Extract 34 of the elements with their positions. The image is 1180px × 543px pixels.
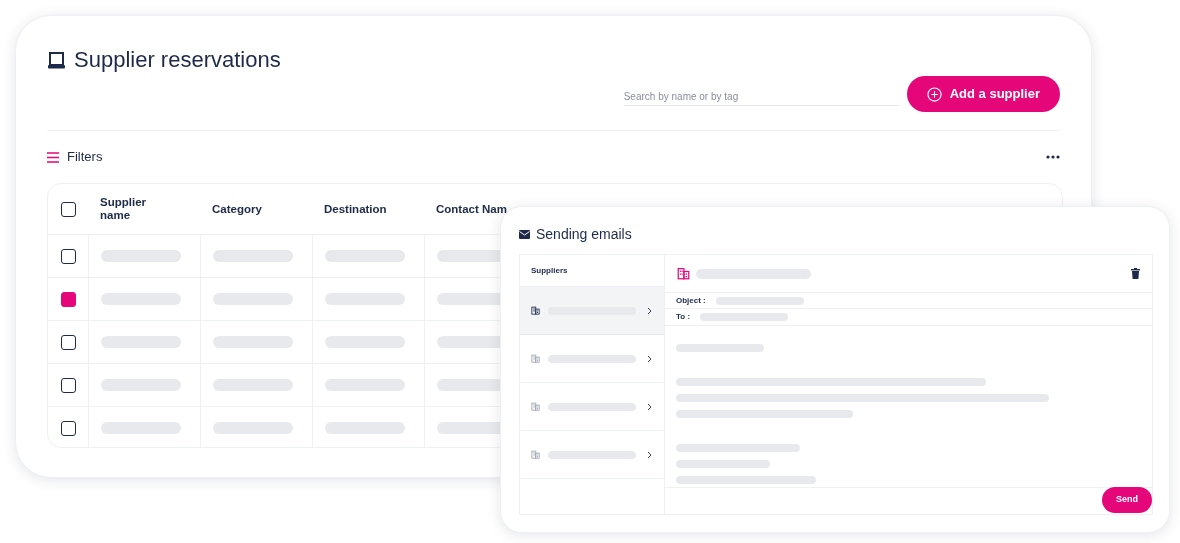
chevron-right-icon [647, 402, 652, 411]
building-icon [531, 354, 540, 363]
send-button[interactable]: Send [1102, 487, 1152, 513]
menu-icon [47, 151, 59, 163]
laptop-icon [47, 50, 66, 70]
chevron-right-icon [647, 306, 652, 315]
checkbox[interactable] [60, 248, 76, 264]
mail-icon [519, 229, 530, 239]
building-icon [531, 450, 540, 459]
checkbox[interactable] [60, 201, 76, 217]
column-header: Supplier name [100, 196, 147, 222]
add-supplier-button[interactable]: Add a supplier [906, 76, 1060, 112]
building-icon [677, 267, 690, 280]
column-header: Contact Nam [436, 202, 508, 216]
checkbox[interactable] [60, 334, 76, 350]
window-title: Sending emails [536, 224, 632, 244]
checkbox[interactable] [60, 291, 76, 307]
checkbox[interactable] [60, 377, 76, 393]
search-field[interactable]: Search by name or by tag [623, 82, 899, 106]
building-icon [531, 402, 540, 411]
building-icon [531, 306, 540, 315]
column-header: Category [212, 202, 263, 216]
checkbox[interactable] [60, 420, 76, 436]
more-icon[interactable] [1046, 155, 1060, 159]
page-title: Supplier reservations [74, 46, 281, 74]
to-label: To : [676, 311, 691, 323]
column-header: Destination [324, 202, 388, 216]
filters-label[interactable]: Filters [67, 147, 103, 167]
chevron-right-icon [647, 450, 652, 459]
suppliers-heading: Suppliers [531, 264, 568, 277]
object-label: Object : [676, 294, 706, 307]
plus-circle-icon [926, 86, 942, 102]
trash-icon[interactable] [1131, 268, 1140, 279]
chevron-right-icon [647, 354, 652, 363]
